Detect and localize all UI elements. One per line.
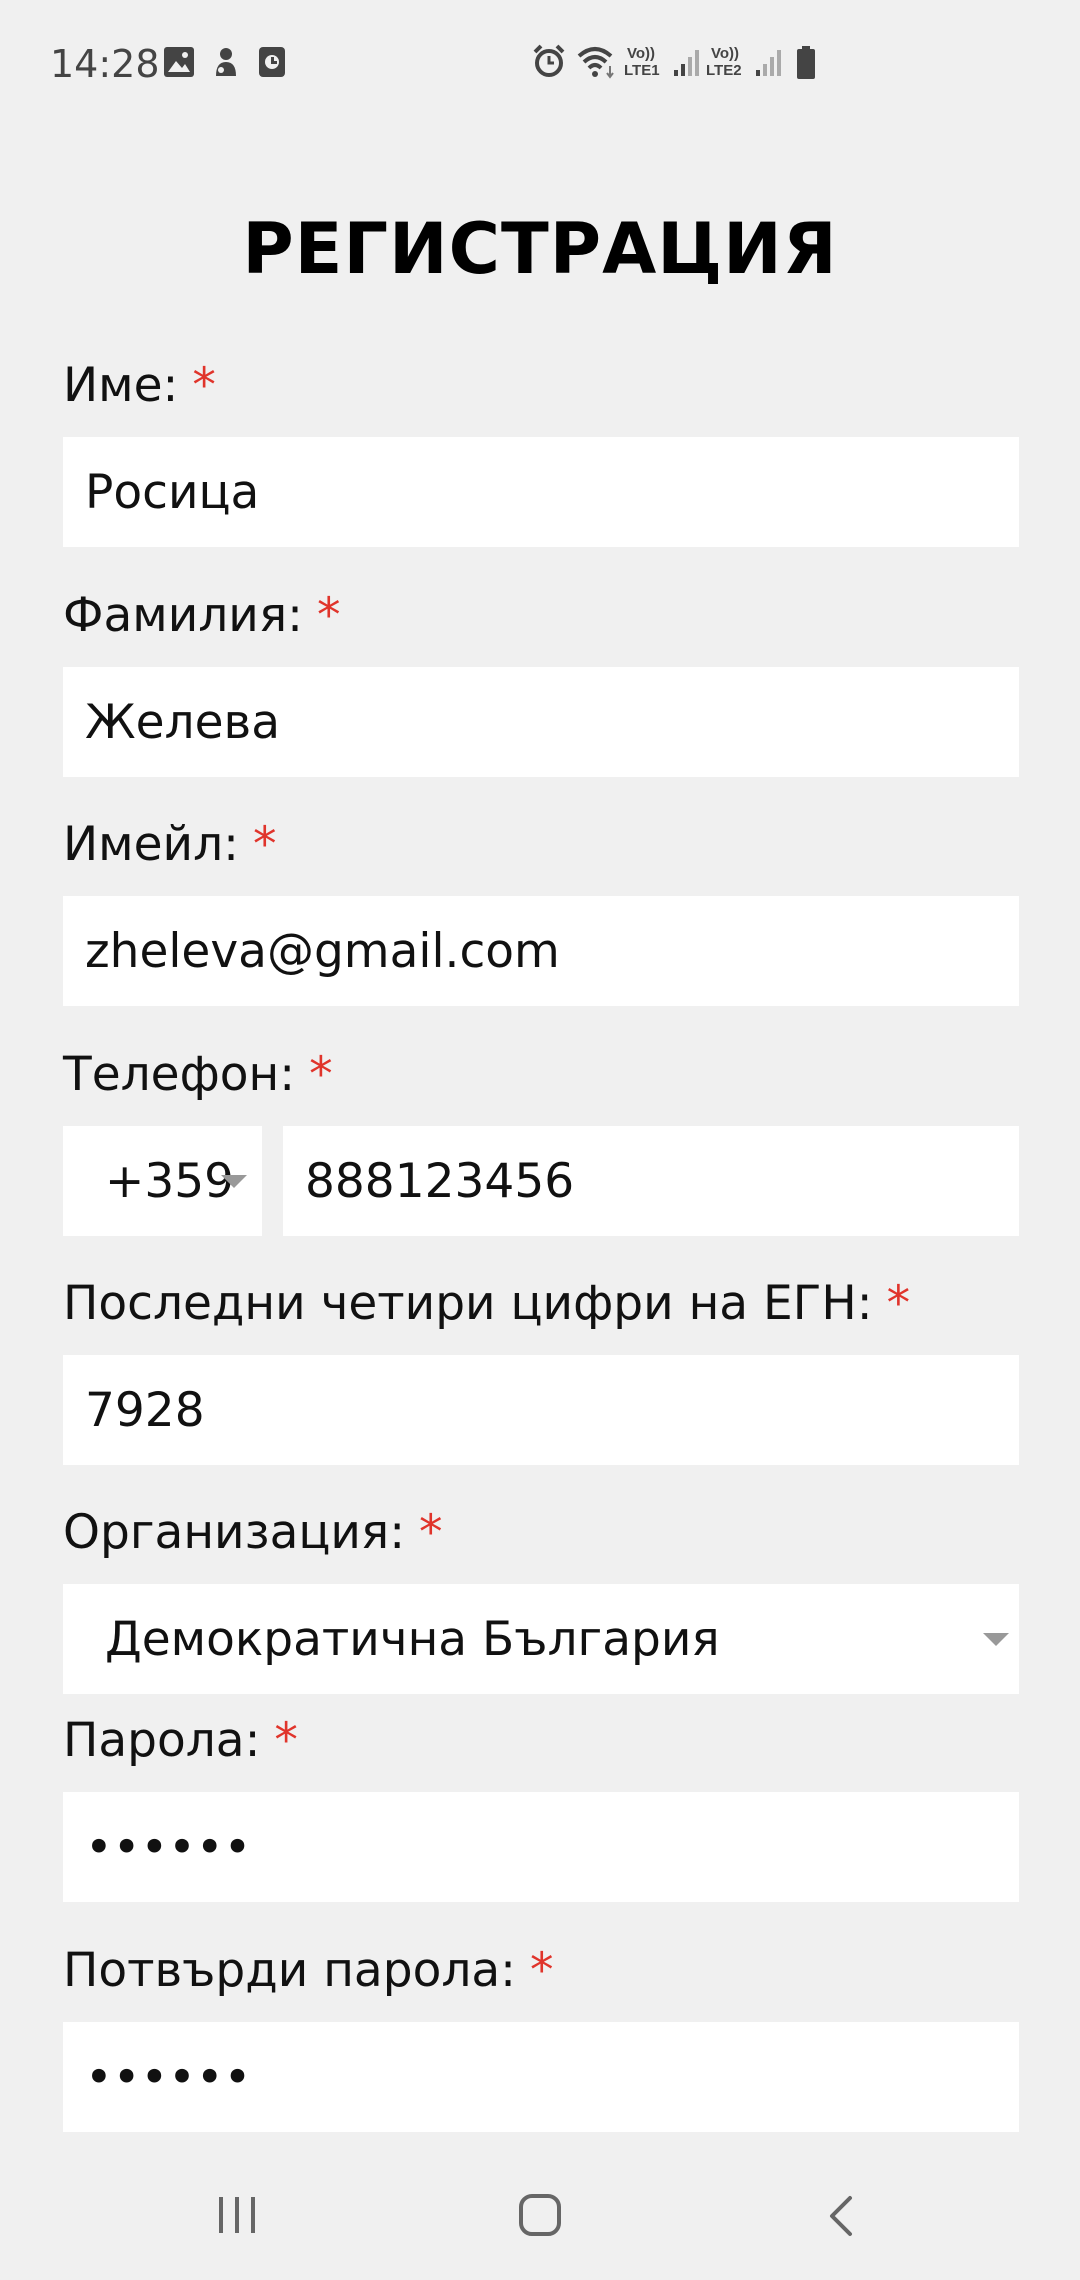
egn-value: 7928: [85, 1382, 205, 1438]
image-icon: [164, 47, 194, 77]
last-name-input[interactable]: Желева: [63, 667, 1019, 777]
confirm-password-value: ••••••: [85, 2049, 252, 2105]
home-icon[interactable]: [518, 2193, 562, 2237]
status-time: 14:28: [50, 42, 160, 86]
first-name-value: Росица: [85, 464, 260, 520]
page-title: РЕГИСТРАЦИЯ: [242, 208, 838, 290]
chevron-down-icon: [221, 1175, 247, 1188]
sim1-label: LTE1: [624, 62, 660, 79]
email-value: zheleva@gmail.com: [85, 923, 560, 979]
required-mark: *: [252, 817, 277, 872]
required-mark: *: [274, 1713, 298, 1768]
battery-icon: [797, 46, 815, 79]
egn-label-text: Последни четири цифри на ЕГН:: [63, 1276, 873, 1331]
notification-icon: [216, 48, 236, 76]
signal-sim1-icon: [674, 50, 699, 76]
last-name-label-text: Фамилия:: [63, 588, 303, 643]
confirm-password-label: Потвърди парола: *: [63, 1943, 554, 1998]
organization-label-text: Организация:: [63, 1505, 406, 1560]
email-label-text: Имейл:: [63, 817, 239, 872]
country-code-select[interactable]: +359: [63, 1126, 262, 1236]
back-icon[interactable]: [826, 2195, 856, 2237]
navigation-bar: [0, 2140, 1080, 2280]
egn-input[interactable]: 7928: [63, 1355, 1019, 1465]
required-mark: *: [886, 1276, 911, 1331]
first-name-label: Име: *: [63, 358, 216, 413]
confirm-password-input[interactable]: ••••••: [63, 2022, 1019, 2132]
required-mark: *: [316, 588, 341, 643]
required-mark: *: [419, 1505, 443, 1560]
screen-recorder-icon: [259, 47, 285, 77]
status-bar: 14:28 Vo)) LTE1 Vo)) LTE2: [0, 0, 1080, 130]
email-label: Имейл: *: [63, 817, 276, 872]
organization-label: Организация: *: [63, 1505, 443, 1560]
recent-apps-icon[interactable]: [215, 2195, 259, 2235]
password-label-text: Парола:: [63, 1713, 261, 1768]
password-input[interactable]: ••••••: [63, 1792, 1019, 1902]
email-input[interactable]: zheleva@gmail.com: [63, 896, 1019, 1006]
chevron-down-icon: [983, 1633, 1009, 1646]
required-mark: *: [530, 1943, 554, 1998]
phone-label-text: Телефон:: [63, 1047, 296, 1102]
confirm-password-label-text: Потвърди парола:: [63, 1943, 516, 1998]
phone-input[interactable]: 888123456: [283, 1126, 1019, 1236]
last-name-label: Фамилия: *: [63, 588, 340, 643]
password-value: ••••••: [85, 1819, 252, 1875]
organization-select[interactable]: Демократична България: [63, 1584, 1019, 1694]
sim2-label: LTE2: [706, 62, 742, 79]
volte2-label: Vo)): [711, 45, 740, 62]
country-code-value: +359: [105, 1153, 235, 1209]
phone-value: 888123456: [305, 1153, 575, 1209]
required-mark: *: [192, 358, 216, 413]
password-label: Парола: *: [63, 1713, 298, 1768]
last-name-value: Желева: [85, 694, 280, 750]
organization-value: Демократична България: [105, 1611, 720, 1667]
phone-label: Телефон: *: [63, 1047, 333, 1102]
wifi-icon: [577, 47, 614, 79]
volte1-label: Vo)): [627, 45, 656, 62]
first-name-input[interactable]: Росица: [63, 437, 1019, 547]
signal-sim2-icon: [756, 50, 781, 76]
required-mark: *: [309, 1047, 333, 1102]
egn-label: Последни четири цифри на ЕГН: *: [63, 1276, 910, 1331]
alarm-icon: [533, 44, 565, 77]
first-name-label-text: Име:: [63, 358, 179, 413]
